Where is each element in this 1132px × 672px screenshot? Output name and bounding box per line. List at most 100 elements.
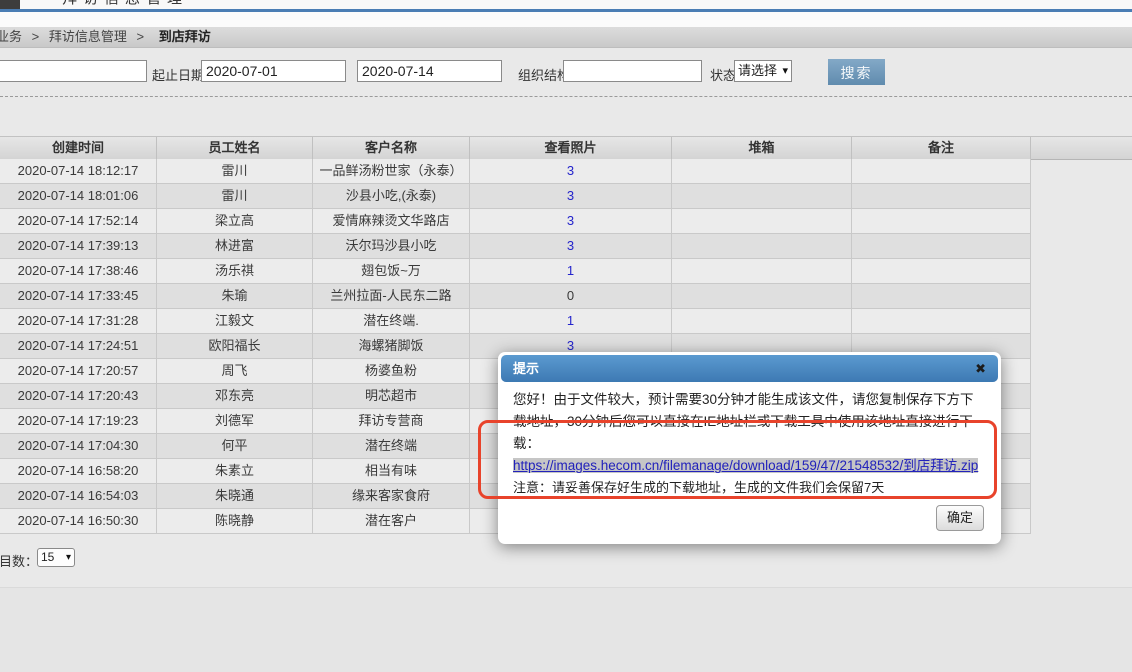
cell-created-time: 2020-07-14 16:58:20 <box>0 459 157 483</box>
photo-count-link[interactable]: 3 <box>567 338 574 353</box>
column-header: 堆箱 <box>672 137 852 159</box>
cell-stack <box>672 234 852 258</box>
photo-count-link[interactable]: 1 <box>567 313 574 328</box>
cell-photos: 3 <box>470 159 672 183</box>
cell-created-time: 2020-07-14 17:19:23 <box>0 409 157 433</box>
table-header-row: 创建时间员工姓名客户名称查看照片堆箱备注 <box>0 136 1132 160</box>
cell-employee-name: 朱晓通 <box>157 484 313 508</box>
table-row: 2020-07-14 18:12:17雷川一品鲜汤粉世家（永泰） 3 <box>0 159 1031 184</box>
cell-photos: 1 <box>470 259 672 283</box>
cell-created-time: 2020-07-14 17:52:14 <box>0 209 157 233</box>
cell-employee-name: 邓东亮 <box>157 384 313 408</box>
cell-customer-name: 相当有味 <box>313 459 470 483</box>
status-select[interactable]: 请选择 ▾ <box>734 60 792 82</box>
cell-employee-name: 汤乐祺 <box>157 259 313 283</box>
keyword-input[interactable] <box>0 60 147 82</box>
cell-remark <box>852 259 1031 283</box>
cell-created-time: 2020-07-14 16:54:03 <box>0 484 157 508</box>
cell-customer-name: 杨婆鱼粉 <box>313 359 470 383</box>
table-row: 2020-07-14 17:39:13林进富沃尔玛沙县小吃3 <box>0 234 1031 259</box>
cell-created-time: 2020-07-14 17:04:30 <box>0 434 157 458</box>
table-row: 2020-07-14 17:52:14梁立高爱情麻辣烫文华路店 3 <box>0 209 1031 234</box>
cell-customer-name: 潜在客户 <box>313 509 470 533</box>
chevron-down-icon: ▾ <box>66 549 71 566</box>
org-structure-input[interactable] <box>563 60 702 82</box>
column-header: 客户名称 <box>313 137 470 159</box>
column-header: 查看照片 <box>470 137 672 159</box>
cell-created-time: 2020-07-14 16:50:30 <box>0 509 157 533</box>
cell-employee-name: 陈晓静 <box>157 509 313 533</box>
cell-remark <box>852 309 1031 333</box>
cell-created-time: 2020-07-14 17:33:45 <box>0 284 157 308</box>
cell-created-time: 2020-07-14 17:38:46 <box>0 259 157 283</box>
search-button[interactable]: 搜索 <box>828 59 885 85</box>
cell-photos: 0 <box>470 284 672 308</box>
breadcrumb-separator: > <box>32 29 40 44</box>
download-link[interactable]: https://images.hecom.cn/filemanage/downl… <box>513 458 978 473</box>
cell-photos: 1 <box>470 309 672 333</box>
date-from-input[interactable] <box>201 60 346 82</box>
cell-customer-name: 爱情麻辣烫文华路店 <box>313 209 470 233</box>
photo-count-link[interactable]: 3 <box>567 213 574 228</box>
cell-employee-name: 朱瑜 <box>157 284 313 308</box>
cell-customer-name: 一品鲜汤粉世家（永泰） <box>313 159 470 183</box>
status-select-value: 请选择 <box>738 63 777 78</box>
breadcrumb-item-business[interactable]: 业务 <box>0 29 22 44</box>
cell-remark <box>852 159 1031 183</box>
cell-employee-name: 梁立高 <box>157 209 313 233</box>
cell-customer-name: 潜在终端. <box>313 309 470 333</box>
cell-customer-name: 兰州拉面-人民东二路 <box>313 284 470 308</box>
cell-created-time: 2020-07-14 18:12:17 <box>0 159 157 183</box>
close-icon[interactable]: ✖ <box>975 355 986 382</box>
cell-created-time: 2020-07-14 17:39:13 <box>0 234 157 258</box>
table-row: 2020-07-14 17:31:28江毅文潜在终端.1 <box>0 309 1031 334</box>
date-to-input[interactable] <box>357 60 502 82</box>
cell-employee-name: 周飞 <box>157 359 313 383</box>
cell-customer-name: 拜访专营商 <box>313 409 470 433</box>
cell-stack <box>672 184 852 208</box>
photo-count-link[interactable]: 3 <box>567 188 574 203</box>
cell-created-time: 2020-07-14 17:24:51 <box>0 334 157 358</box>
photo-count-link[interactable]: 3 <box>567 238 574 253</box>
table-row: 2020-07-14 18:01:06雷川沙县小吃,(永泰)3 <box>0 184 1031 209</box>
table-row: 2020-07-14 17:33:45朱瑜兰州拉面-人民东二路0 <box>0 284 1031 309</box>
breadcrumb-item-visit-info[interactable]: 拜访信息管理 <box>49 29 127 44</box>
cell-created-time: 2020-07-14 17:20:43 <box>0 384 157 408</box>
cell-customer-name: 翅包饭~万 <box>313 259 470 283</box>
dialog-note: 注意：请妥善保存好生成的下载地址，生成的文件我们会保留7天 <box>513 480 884 495</box>
cell-stack <box>672 259 852 283</box>
cell-photos: 3 <box>470 234 672 258</box>
cell-customer-name: 沙县小吃,(永泰) <box>313 184 470 208</box>
table-row: 2020-07-14 17:38:46汤乐祺翅包饭~万 1 <box>0 259 1031 284</box>
cell-stack <box>672 284 852 308</box>
cell-stack <box>672 209 852 233</box>
dialog-message: 您好！由于文件较大，预计需要30分钟才能生成该文件，请您复制保存下方下载地址，3… <box>513 392 974 451</box>
cell-created-time: 2020-07-14 17:31:28 <box>0 309 157 333</box>
page-size-label: 条目数： <box>0 551 38 570</box>
cell-photos: 3 <box>470 209 672 233</box>
cell-remark <box>852 209 1031 233</box>
top-white-band <box>0 12 1132 27</box>
dashed-divider <box>0 96 1132 97</box>
clipped-tab-text: 拜访信息管理 <box>62 0 188 8</box>
column-header: 创建时间 <box>0 137 157 159</box>
dialog-title: 提示 <box>513 361 539 376</box>
column-header-filler <box>1031 137 1132 159</box>
cell-employee-name: 雷川 <box>157 159 313 183</box>
photo-count-link[interactable]: 1 <box>567 263 574 278</box>
date-range-label: 起止日期 <box>152 65 204 84</box>
page-size-select[interactable]: 15 ▾ <box>37 548 75 567</box>
cell-employee-name: 何平 <box>157 434 313 458</box>
breadcrumb: 业务 > 拜访信息管理 > 到店拜访 <box>0 27 1132 48</box>
ok-button[interactable]: 确定 <box>936 505 984 531</box>
cell-customer-name: 明芯超市 <box>313 384 470 408</box>
dialog-titlebar: 提示 ✖ <box>501 355 998 382</box>
column-header: 员工姓名 <box>157 137 313 159</box>
breadcrumb-separator: > <box>137 29 145 44</box>
photo-count-link[interactable]: 3 <box>567 163 574 178</box>
cell-employee-name: 欧阳福长 <box>157 334 313 358</box>
cell-customer-name: 海螺猪脚饭 <box>313 334 470 358</box>
cell-created-time: 2020-07-14 18:01:06 <box>0 184 157 208</box>
cell-employee-name: 林进富 <box>157 234 313 258</box>
cell-photos: 3 <box>470 184 672 208</box>
